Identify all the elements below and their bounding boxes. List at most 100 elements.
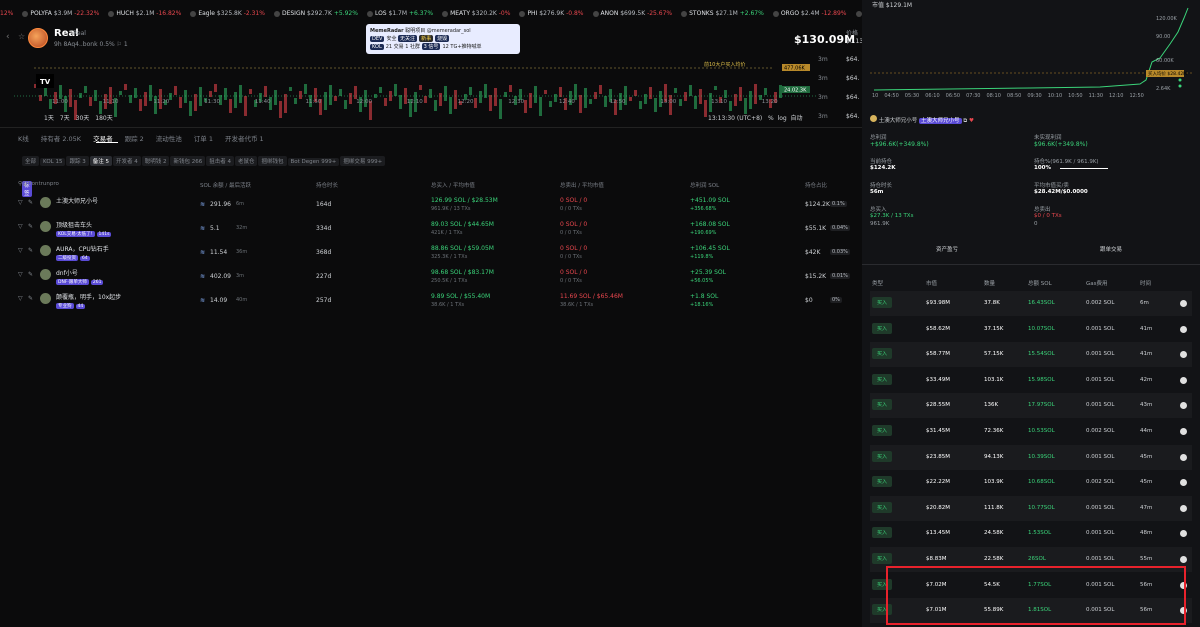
candle [229,99,232,113]
filter-chip[interactable]: 开发者 4 [112,156,141,166]
ticker-item[interactable]: ORGO $2.4M -12.89% [772,10,847,17]
star-icon[interactable]: ☆ [18,32,25,41]
edit-icon[interactable]: ✎ [28,223,33,230]
th-buy[interactable]: 总买入 / 平均市值 [431,181,475,189]
trade-row[interactable]: 买入 $28.55M 136K 17.97SOL 0.001 SOL 43m [870,393,1192,419]
memeradar-popup[interactable]: MemeRadar 聪明项目 @memeradar_sol DEV 安全 无关注新… [366,24,520,54]
filter-chip[interactable]: 捆绑钱包 [258,156,287,166]
filter-icon[interactable]: ▽ [18,247,23,254]
price-chart[interactable]: 前10大户买入均价 TV 477.06K 24.02.3K 11:00 11:10 11:2… [14,54,816,126]
range-button[interactable]: 1天 [44,115,54,122]
filter-chip[interactable]: 捆绑交易 999+ [340,156,386,166]
th-wallet[interactable]: ⚲ 钱包 标签 @frontrunpro [18,181,59,197]
filter-icon[interactable]: ▽ [18,199,23,206]
filter-icon[interactable]: ▽ [18,271,23,278]
tx-link-icon[interactable] [1180,428,1187,435]
wallet-name[interactable]: dnf小号 [56,268,78,277]
filter-icon[interactable]: ▽ [18,295,23,302]
trade-row[interactable]: 买入 $20.82M 111.8K 10.77SOL 0.001 SOL 47m [870,495,1192,521]
th-hold[interactable]: 持仓时长 [316,181,338,189]
table-row[interactable]: ▽ ✎ 颠覆瓶，明手，10x起步 专业狗 44 ≋ 14.09 40m 257d 9.89 SOL… [18,291,858,315]
wallet-name[interactable]: 土澳大师兄小号 [56,196,98,205]
tx-link-icon[interactable] [1180,530,1187,538]
tx-link-icon[interactable] [1180,376,1187,384]
ticker-item[interactable]: POLYFA $3.9M -22.32% [22,10,99,17]
tx-link-icon[interactable] [1180,479,1187,487]
th-hpct[interactable]: 持仓占比 [805,181,827,189]
trade-row[interactable]: 买入 $31.45M 72.36K 10.53SOL 0.002 SOL 44m [870,419,1192,444]
ticker-item[interactable]: MEATY $320.2K -0% [442,10,510,17]
filter-chip[interactable]: KOL 15 [40,158,66,166]
auto-toggle[interactable]: 自动 [791,115,803,122]
tx-link-icon[interactable] [1180,402,1187,410]
table-row[interactable]: ▽ ✎ 顶级狙击车头 KOL交易·太低了! 141s ≋ 5.1 32m 334d 89.03 S… [18,219,858,243]
heart-icon[interactable]: ♥ [969,118,974,124]
table-row[interactable]: ▽ ✎ AURA，CPU钻石手 二级投资 64 ≋ 11.54 36m 368d 88.86 SO… [18,243,858,267]
tx-link-icon[interactable] [1180,351,1187,359]
table-row[interactable]: ▽ ✎ 土澳大师兄小号 ≋ 291.96 6m 164d 126.99 SOL / $28.5… [18,195,858,219]
filter-chip[interactable]: 老鼠仓 [234,156,258,166]
tx-link-icon[interactable] [1180,300,1187,307]
ticker-item[interactable]: STONKS $27.1M +2.67% [681,10,764,17]
filter-chip[interactable]: 聪明钱 2 [141,156,170,166]
ticker-item[interactable]: DESIGN $292.7K +5.92% [273,10,358,17]
tx-link-icon[interactable] [1180,504,1187,512]
tab-item[interactable]: 跟踪 2 [125,135,144,143]
edit-icon[interactable]: ✎ [28,199,33,206]
ticker-item[interactable]: HUCH $2.1M -16.82% [108,10,181,17]
trade-row[interactable]: 买入 $58.62M 37.15K 10.07SOL 0.001 SOL 41m [870,317,1192,342]
th-amt[interactable]: 数量 [984,279,995,287]
wallet-name[interactable]: 顶级狙击车头 [56,220,92,229]
th-mc[interactable]: 市值 [926,279,937,287]
ticker-item[interactable]: Eagle $325.8K -2.31% [190,10,265,17]
filter-icon[interactable]: ▽ [18,223,23,230]
ticker-item[interactable]: PHI $276.9K -0.8% [519,10,584,17]
th-type[interactable]: 类型 [872,279,883,287]
range-button[interactable]: 180天 [95,115,112,122]
pct-toggle[interactable]: % [768,115,774,122]
filter-chip[interactable]: 新钱包 266 [170,156,206,166]
edit-icon[interactable]: ✎ [28,247,33,254]
tab-item[interactable]: 流动性池 [156,135,182,143]
copy-trade-button[interactable]: 跟单交易 [1100,245,1122,253]
filter-chip[interactable]: Bot Degen 999+ [287,158,340,166]
range-button[interactable]: 30天 [76,115,90,122]
filter-chip[interactable]: 全部 [22,156,40,166]
trade-row[interactable]: 买入 $22.22M 103.9K 10.68SOL 0.002 SOL 45m [870,470,1192,495]
tab-item[interactable]: 订单 1 [194,135,213,143]
trade-row[interactable]: 买入 $58.77M 57.15K 15.54SOL 0.001 SOL 41m [870,342,1192,368]
filter-chip[interactable]: 备注 5 [89,156,112,166]
th-gas[interactable]: Gas费用 [1086,279,1108,287]
trade-row[interactable]: 买入 $93.98M 37.8K 16.43SOL 0.002 SOL 6m [870,291,1192,316]
tab-item[interactable]: 持有者 2.05K [41,135,81,143]
trade-row[interactable]: 买入 $33.49M 103.1K 15.98SOL 0.001 SOL 42m [870,368,1192,393]
edit-icon[interactable]: ✎ [28,295,33,302]
th-total[interactable]: 总额 SOL [1028,279,1052,287]
wallet-name[interactable]: AURA，CPU钻石手 [56,244,109,253]
table-row[interactable]: ▽ ✎ dnf小号 DNF·跟单大师 261 ≋ 402.09 3m 227d 98.68 SOL… [18,267,858,291]
log-toggle[interactable]: log [778,115,787,122]
tx-link-icon[interactable] [1180,453,1187,461]
trade-row[interactable]: 买入 $13.45M 24.58K 1.53SOL 0.001 SOL 48m [870,521,1192,546]
trade-row[interactable]: 买入 $23.85M 94.13K 10.39SOL 0.001 SOL 45m [870,444,1192,470]
wallet-mc-chart[interactable]: 买入均价 $28.42M 120.00K 90.00 60.00K 2.64K [870,0,1192,100]
th-sell[interactable]: 总卖出 / 平均市值 [560,181,604,189]
filter-chip[interactable]: 跟踪 3 [66,156,89,166]
back-icon[interactable]: ‹ [6,32,10,42]
edit-icon[interactable]: ✎ [28,271,33,278]
wallet-name[interactable]: 颠覆瓶，明手，10x起步 [56,292,121,301]
ticker-item[interactable]: 12% [0,10,13,17]
asset-pnl-button[interactable]: 资产盈亏 [936,245,958,253]
th-time[interactable]: 时间 [1140,279,1151,287]
range-button[interactable]: 7天 [60,115,70,122]
copy-icon[interactable]: ⧉ [963,118,967,124]
tx-link-icon[interactable] [1180,325,1187,333]
filter-chip[interactable]: 狙击者 4 [206,156,234,166]
tx-link-icon[interactable] [1180,556,1187,563]
th-bal[interactable]: SOL 余额 / 最后活跃 [200,181,251,189]
ticker-item[interactable]: ANON $699.5K -25.67% [592,10,672,17]
tab-item[interactable]: K线 [18,135,29,143]
tab-item[interactable]: 开发者代币 1 [225,135,264,143]
th-pnl[interactable]: 总利润 SOL [690,181,719,189]
ticker-item[interactable]: LOS $1.7M +6.37% [366,10,433,17]
